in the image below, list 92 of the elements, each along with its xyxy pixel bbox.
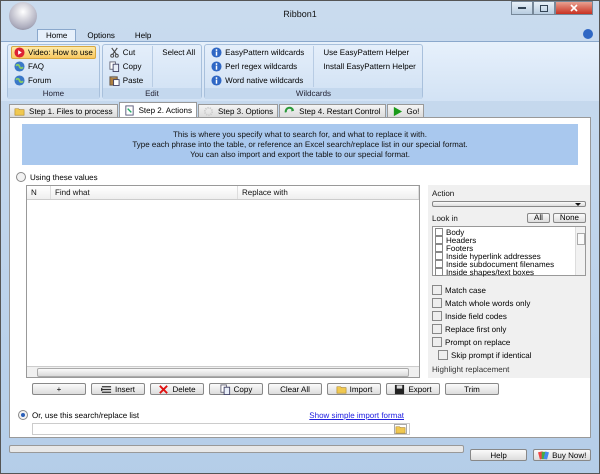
action-dropdown[interactable] [432,201,586,207]
list-checkbox[interactable]: Footers [435,244,474,252]
table-button[interactable]: Copy [209,383,263,395]
ribbon-tab[interactable]: Home [37,29,76,41]
info-icon [211,47,222,58]
group-label: Wildcards [205,88,422,99]
close-button[interactable] [555,1,593,15]
look-in-label: Look in [432,214,459,222]
globe-icon [14,61,25,72]
info-icon [211,61,222,72]
step-tab[interactable]: Step 4. Restart Control [279,104,386,117]
globe-icon [14,75,25,86]
select-button[interactable]: None [552,213,586,223]
values-table[interactable]: N Find what Replace with [26,185,420,378]
window-title: Ribbon1 [283,9,317,19]
minimize-button[interactable] [511,1,533,15]
horizontal-scrollbar[interactable] [27,366,419,377]
gear-icon [202,106,214,116]
folder-icon [336,384,347,394]
action-label: Action [432,189,456,198]
vertical-scrollbar[interactable] [575,227,585,275]
ribbon-button[interactable]: Paste [106,74,146,87]
ribbon-button[interactable]: Perl regex wildcards [208,60,308,73]
save-icon [394,384,406,394]
list-checkbox[interactable]: Body [435,228,464,236]
table-button[interactable]: Import [327,383,381,395]
info-icon [211,75,222,86]
option-checkbox[interactable]: Match case [432,285,586,295]
highlight-label: Highlight replacement [432,365,510,374]
ribbon-button[interactable]: EasyPattern wildcards [208,46,308,59]
table-button[interactable]: Clear All [268,383,322,395]
column-header[interactable]: Replace with [238,186,419,199]
ribbon-button[interactable]: Install EasyPattern Helper [320,60,419,73]
banner-text: You can also import and export the table to our special format. [190,150,410,159]
list-radio[interactable]: Or, use this search/replace list [18,410,140,420]
table-button[interactable]: Export [386,383,440,395]
minimize-icon [518,6,526,10]
column-header[interactable]: N [27,186,51,199]
application-orb[interactable] [9,2,37,30]
list-checkbox[interactable]: Inside shapes/text boxes [435,268,534,276]
ribbon-button[interactable]: Video: How to use [11,46,96,59]
list-file-field[interactable] [32,423,410,435]
ribbon-tab[interactable]: Help [126,29,160,41]
maximize-icon [540,4,548,12]
option-checkbox[interactable]: Prompt on replace [432,337,586,347]
group-label: Home [8,88,99,99]
browse-button[interactable] [394,424,407,434]
look-in-list[interactable]: Body Headers Footers Inside hyperlink addresses Inside subdocument filenames Inside shapes/text boxes [432,226,586,276]
paste-icon [108,75,120,86]
maximize-button[interactable] [533,1,555,15]
banner-text: Type each phrase into the table, or reference an Excel search/replace list in our special format. [132,140,468,149]
step-tab[interactable]: Step 3. Options [198,104,278,117]
option-checkbox[interactable]: Skip prompt if identical [438,350,586,360]
ribbon-button[interactable]: Copy [106,60,146,73]
delete-icon [158,384,170,394]
step-tab[interactable]: Step 1. Files to process [9,104,118,117]
values-radio[interactable]: Using these values [16,172,584,182]
option-checkbox[interactable]: Inside field codes [432,311,586,321]
banner-text: This is where you specify what to search for, and what to replace it with. [173,130,427,139]
ribbon-button[interactable]: Use EasyPattern Helper [320,46,419,59]
insert-rows-icon [100,384,112,394]
option-checkbox[interactable]: Match whole words only [432,298,586,308]
footer-button[interactable]: Help [470,449,528,461]
list-checkbox[interactable]: Headers [435,236,476,244]
ribbon-button[interactable]: Forum [11,74,96,87]
ribbon-button[interactable]: Select All [159,46,198,59]
table-button[interactable]: Trim [445,383,499,395]
footer-button[interactable]: Buy Now! [533,449,591,461]
close-icon [570,4,578,12]
table-button[interactable]: Insert [91,383,145,395]
ribbon-button[interactable]: FAQ [11,60,96,73]
table-button[interactable]: + [32,383,86,395]
group-label: Edit [102,88,202,99]
option-checkbox[interactable]: Replace first only [432,324,586,334]
list-checkbox[interactable]: Inside hyperlink addresses [435,252,541,260]
copy-icon [220,384,231,394]
step-tab[interactable]: Go! [386,104,424,117]
help-icon[interactable] [583,29,593,39]
ribbon-button[interactable]: Word native wildcards [208,74,308,87]
ribbon-button[interactable]: Cut [106,46,146,59]
list-checkbox[interactable]: Inside subdocument filenames [435,260,554,268]
cards-icon [538,450,550,460]
import-format-link[interactable]: Show simple import format [309,410,404,420]
folder-icon [395,424,406,434]
step-tab[interactable]: Step 2. Actions [118,102,197,117]
scissors-icon [108,47,120,58]
select-button[interactable]: All [526,213,550,223]
ribbon-tab[interactable]: Options [78,29,124,41]
column-header[interactable]: Find what [51,186,238,199]
play-icon [14,47,25,58]
table-button[interactable]: Delete [150,383,204,395]
copy-icon [108,61,120,72]
